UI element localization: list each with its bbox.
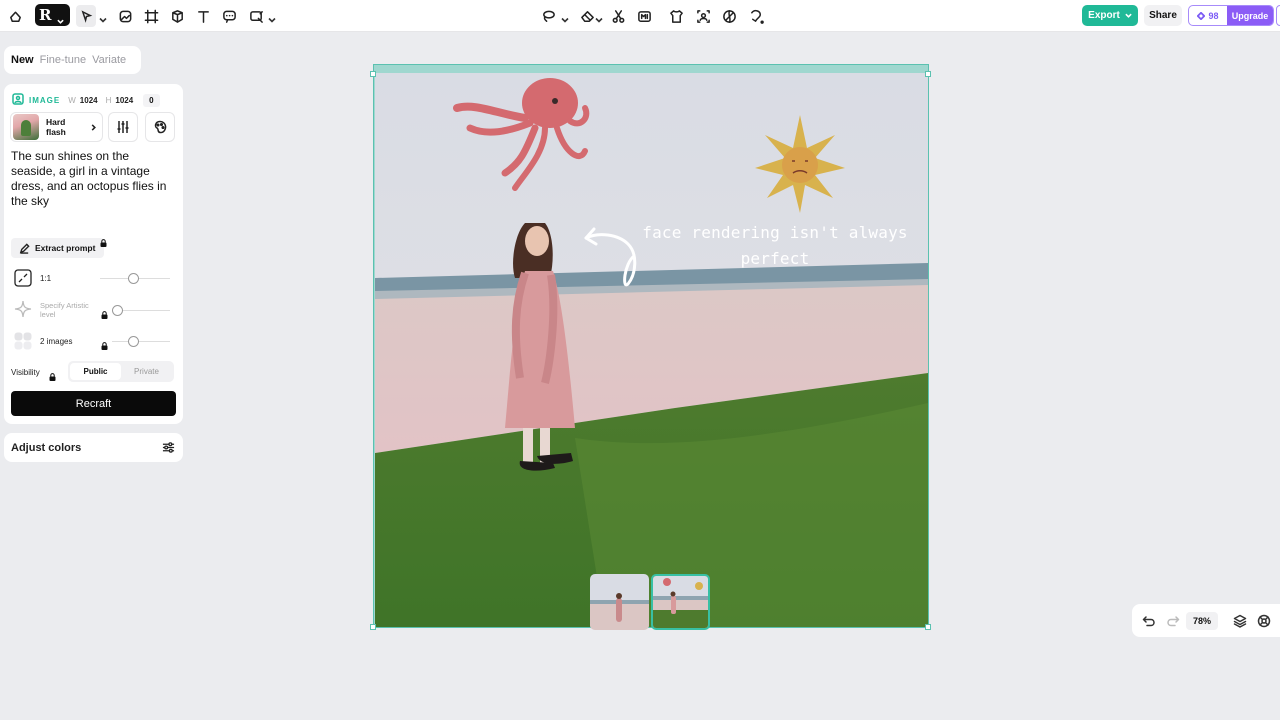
tab-fine-tune[interactable]: Fine-tune [40, 54, 86, 66]
undo-icon[interactable] [1142, 614, 1156, 628]
image-type-label: IMAGE [29, 95, 61, 105]
slider-knob[interactable] [128, 336, 139, 347]
image-tool-icon[interactable] [114, 5, 136, 27]
thumbnail-2[interactable] [651, 574, 710, 630]
help-icon[interactable] [1257, 614, 1271, 628]
resize-handle[interactable] [370, 71, 376, 77]
image-count-icon [13, 331, 33, 351]
zoom-level[interactable]: 78% [1186, 612, 1218, 630]
diamond-icon [1197, 11, 1206, 20]
tab-new[interactable]: New [11, 54, 34, 66]
top-toolbar: R Export Share 98 Upgrade [0, 0, 1280, 32]
image-count-slider[interactable] [112, 336, 170, 347]
visibility-toggle: Public Private [68, 361, 174, 382]
upgrade-button[interactable]: Upgrade [1227, 6, 1273, 25]
annotation-arrow [578, 224, 642, 290]
generate-image-icon[interactable] [245, 5, 267, 27]
adjust-colors-label: Adjust colors [11, 441, 82, 454]
generation-panel: IMAGE W 1024 H 1024 0 Hard flash The sun… [4, 84, 183, 424]
width-label: W [68, 95, 76, 105]
mode-tabs: New Fine-tune Variate [4, 46, 141, 74]
style-selector[interactable]: Hard flash [10, 112, 103, 142]
chevron-down-icon[interactable] [268, 11, 276, 23]
style-settings-button[interactable] [108, 112, 138, 142]
aspect-ratio-icon[interactable] [13, 268, 33, 288]
tshirt-mockup-icon[interactable] [665, 5, 687, 27]
magic-edit-icon[interactable] [745, 5, 767, 27]
lock-icon [101, 337, 108, 350]
sparkle-icon [13, 299, 33, 319]
lock-icon [100, 234, 107, 247]
comment-tool-icon[interactable] [218, 5, 240, 27]
home-icon[interactable] [4, 5, 26, 27]
style-name: Hard flash [46, 117, 66, 137]
pen-icon [19, 242, 30, 254]
app-menu-button[interactable]: R [35, 4, 70, 26]
width-input[interactable]: 1024 [80, 96, 98, 105]
slider-knob[interactable] [128, 273, 139, 284]
chevron-down-icon[interactable] [99, 11, 107, 23]
visibility-public-option[interactable]: Public [70, 363, 121, 380]
zoom-toolbar: 78% [1132, 604, 1280, 637]
mockup-tool-icon[interactable] [166, 5, 188, 27]
thumbnail-1[interactable] [590, 574, 649, 630]
adjust-colors-row[interactable]: Adjust colors [4, 433, 183, 462]
color-palette-button[interactable] [145, 112, 175, 142]
recraft-button[interactable]: Recraft [11, 391, 176, 416]
slider-knob[interactable] [112, 305, 123, 316]
chevron-down-icon[interactable] [561, 11, 569, 23]
layers-icon[interactable] [1233, 614, 1247, 628]
aspect-ratio-label: 1:1 [40, 274, 52, 283]
credits-counter[interactable]: 98 [1189, 6, 1227, 25]
image-count-label: 2 images [40, 337, 73, 346]
cursor-icon [81, 9, 92, 23]
sliders-icon [162, 442, 175, 453]
chevron-down-icon [1125, 13, 1132, 18]
style-thumbnail [13, 114, 39, 140]
image-settings-row: IMAGE W 1024 H 1024 0 [12, 93, 160, 107]
height-label: H [105, 95, 112, 105]
redo-icon[interactable] [1166, 614, 1180, 628]
generated-image[interactable] [375, 73, 928, 627]
credits-upgrade-group: 98 Upgrade [1188, 5, 1274, 26]
share-button[interactable]: Share [1144, 5, 1182, 26]
aspect-ratio-slider[interactable] [100, 273, 170, 284]
lock-icon [49, 368, 56, 381]
extract-prompt-button[interactable]: Extract prompt [11, 238, 104, 258]
chevron-down-icon [57, 12, 65, 24]
lasso-tool-icon[interactable] [537, 5, 559, 27]
tab-variate[interactable]: Variate [92, 54, 126, 66]
chevron-down-icon[interactable] [595, 11, 603, 23]
image-icon [12, 93, 24, 107]
sliders-icon [117, 121, 129, 133]
lock-icon [101, 306, 108, 319]
upscale-icon[interactable] [633, 5, 655, 27]
annotation-text: face rendering isn't always perfect [642, 223, 908, 268]
palette-icon [154, 120, 167, 134]
visibility-label: Visibility [11, 368, 40, 377]
frame-tool-icon[interactable] [140, 5, 162, 27]
select-tool-button[interactable] [76, 5, 96, 27]
height-input[interactable]: 1024 [115, 96, 133, 105]
artistic-level-label: Specify Artistic level [40, 301, 89, 319]
prompt-input[interactable]: The sun shines on the seaside, a girl in… [11, 149, 177, 209]
seed-input[interactable]: 0 [143, 93, 160, 107]
logo-icon: R [39, 6, 52, 24]
scissors-icon[interactable] [607, 5, 629, 27]
resize-handle[interactable] [925, 71, 931, 77]
visibility-private-option[interactable]: Private [121, 363, 172, 380]
export-button[interactable]: Export [1082, 5, 1138, 26]
chevron-right-icon [90, 118, 97, 136]
text-tool-icon[interactable] [192, 5, 214, 27]
canvas-artboard[interactable] [373, 64, 929, 628]
artistic-level-slider[interactable] [112, 305, 170, 316]
vectorize-icon[interactable] [718, 5, 740, 27]
remove-background-icon[interactable] [692, 5, 714, 27]
account-button[interactable] [1276, 5, 1280, 26]
canvas-bottom-area [0, 630, 1280, 720]
